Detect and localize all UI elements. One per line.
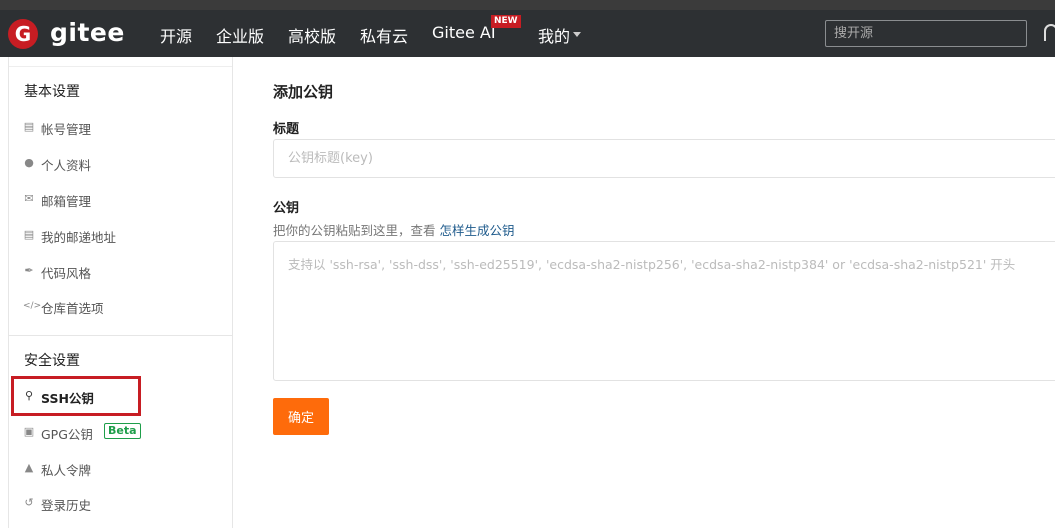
sidebar-item-label: 我的邮递地址 [41, 230, 117, 245]
gitee-logo-icon[interactable]: G [8, 19, 38, 49]
how-to-generate-link[interactable]: 怎样生成公钥 [439, 223, 514, 238]
top-navbar: G gitee 开源 企业版 高校版 私有云 Gitee AI NEW 我的 [0, 10, 1055, 57]
sidebar-item-label: 仓库首选项 [41, 301, 104, 316]
key-title-input[interactable] [273, 139, 1055, 178]
sidebar-divider-top [9, 66, 232, 67]
page-title: 添加公钥 [273, 83, 334, 101]
sidebar-item-profile[interactable]: ● 个人资料 [23, 153, 223, 175]
nav-item-private-cloud[interactable]: 私有云 [360, 23, 408, 47]
submit-button[interactable]: 确定 [273, 398, 329, 435]
sidebar-item-email[interactable]: ✉ 邮箱管理 [23, 189, 223, 211]
sidebar-item-label: 代码风格 [41, 266, 92, 281]
title-field-label: 标题 [273, 122, 300, 137]
sidebar-divider [9, 335, 232, 336]
history-icon: ↺ [24, 496, 34, 509]
help-text: 把你的公钥粘贴到这里，查看 怎样生成公钥 [273, 220, 515, 239]
id-card-icon: ▤ [23, 120, 35, 133]
nav-item-mine[interactable]: 我的 [538, 23, 570, 47]
user-secret-icon: ▲ [24, 461, 34, 474]
sidebar-item-address[interactable]: ▤ 我的邮递地址 [23, 225, 223, 247]
sidebar-item-login-history[interactable]: ↺ 登录历史 [23, 493, 223, 515]
sidebar-item-label: SSH公钥 [41, 391, 94, 406]
sidebar-item-label: 邮箱管理 [41, 194, 92, 209]
sidebar-item-label: 私人令牌 [41, 463, 92, 478]
new-badge: NEW [491, 15, 521, 28]
security-settings-header: 安全设置 [24, 353, 80, 369]
public-key-textarea[interactable] [273, 241, 1055, 381]
envelope-icon: ✉ [24, 192, 34, 205]
brush-icon: ✒ [24, 264, 34, 277]
brand-name[interactable]: gitee [50, 18, 125, 47]
nav-item-gitee-ai[interactable]: Gitee AI [432, 23, 496, 42]
nav-item-education[interactable]: 高校版 [288, 23, 336, 47]
lock-icon: ▣ [23, 425, 35, 438]
nav-item-enterprise[interactable]: 企业版 [216, 23, 264, 47]
sidebar-item-account[interactable]: ▤ 帐号管理 [23, 117, 223, 139]
help-text-prefix: 把你的公钥粘贴到这里，查看 [273, 223, 440, 238]
sidebar-item-gpg-keys[interactable]: ▣ GPG公钥 Beta [23, 422, 223, 444]
sidebar-item-label: 帐号管理 [41, 122, 92, 137]
settings-sidebar: 基本设置 ▤ 帐号管理 ● 个人资料 ✉ 邮箱管理 ▤ 我的邮递地址 ✒ 代码风… [8, 57, 233, 528]
user-icon: ● [24, 156, 34, 169]
sidebar-item-private-tokens[interactable]: ▲ 私人令牌 [23, 458, 223, 480]
logo-letter: G [14, 22, 32, 46]
beta-badge: Beta [104, 423, 141, 439]
sidebar-item-code-style[interactable]: ✒ 代码风格 [23, 261, 223, 283]
chevron-down-icon[interactable] [573, 32, 581, 37]
sidebar-item-repo-preferences[interactable]: </> 仓库首选项 [23, 296, 223, 318]
sidebar-item-label: 登录历史 [41, 498, 92, 513]
basic-settings-header: 基本设置 [24, 84, 80, 100]
code-icon: </> [23, 301, 42, 311]
public-key-label: 公钥 [273, 201, 300, 216]
sidebar-item-label: GPG公钥 [41, 427, 93, 442]
key-icon: ⚲ [24, 389, 34, 402]
address-card-icon: ▤ [23, 228, 35, 241]
search-input[interactable] [825, 20, 1027, 47]
sidebar-item-ssh-keys[interactable]: ⚲ SSH公钥 [23, 386, 223, 408]
sidebar-item-label: 个人资料 [41, 158, 92, 173]
window-top-strip [0, 0, 1055, 10]
nav-item-open-source[interactable]: 开源 [160, 23, 192, 47]
bell-icon[interactable] [1044, 24, 1055, 41]
